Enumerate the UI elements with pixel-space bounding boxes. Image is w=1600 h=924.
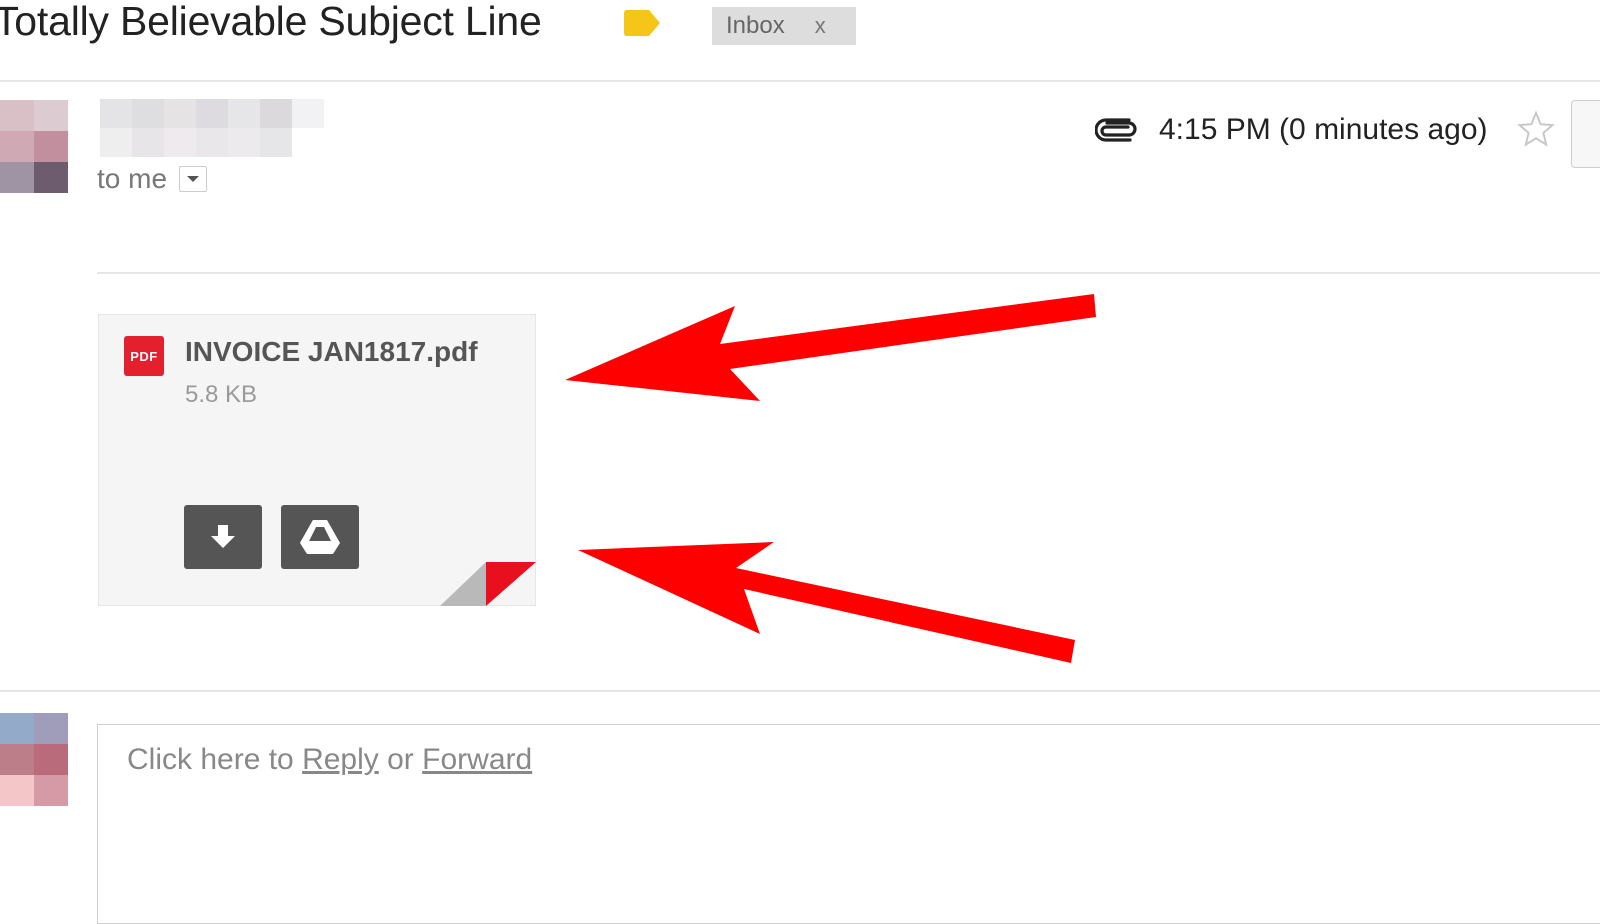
reply-divider bbox=[0, 690, 1600, 692]
chevron-down-icon bbox=[187, 176, 200, 182]
google-drive-icon bbox=[300, 520, 340, 554]
message-divider bbox=[97, 272, 1600, 274]
download-button[interactable] bbox=[184, 505, 262, 569]
reply-button[interactable] bbox=[1571, 100, 1600, 168]
download-icon bbox=[211, 525, 235, 548]
star-icon[interactable] bbox=[1517, 110, 1555, 148]
details-dropdown-button[interactable] bbox=[179, 166, 208, 192]
recipient-line: to me bbox=[97, 163, 208, 195]
email-subject: Totally Believable Subject Line bbox=[0, 0, 542, 44]
remove-label-button[interactable]: x bbox=[815, 13, 826, 39]
label-tag-icon[interactable] bbox=[624, 10, 660, 36]
save-to-drive-button[interactable] bbox=[281, 505, 359, 569]
reply-link[interactable]: Reply bbox=[302, 743, 379, 776]
recipient-text: to me bbox=[97, 163, 168, 194]
my-avatar bbox=[0, 713, 68, 806]
sender-avatar bbox=[0, 100, 68, 193]
inbox-chip-label: Inbox bbox=[726, 12, 785, 39]
attachment-file-name[interactable]: INVOICE JAN1817.pdf bbox=[185, 336, 478, 368]
reply-prompt-prefix: Click here to bbox=[127, 743, 294, 776]
message-meta: 4:15 PM (0 minutes ago) bbox=[1095, 108, 1488, 152]
page-fold-icon bbox=[440, 562, 536, 606]
header-divider bbox=[0, 80, 1600, 82]
message-timestamp: 4:15 PM (0 minutes ago) bbox=[1159, 113, 1488, 146]
annotation-arrow-upper bbox=[565, 294, 1096, 401]
pdf-file-icon: PDF bbox=[124, 336, 164, 376]
paperclip-icon bbox=[1095, 118, 1137, 142]
annotation-arrow-lower bbox=[578, 542, 1075, 663]
reply-prompt-or: or bbox=[387, 743, 414, 776]
sender-name-redacted bbox=[100, 99, 328, 157]
inbox-label-chip[interactable]: Inbox x bbox=[712, 7, 856, 45]
attachment-file-size: 5.8 KB bbox=[185, 381, 258, 408]
forward-link[interactable]: Forward bbox=[422, 743, 532, 776]
reply-prompt[interactable]: Click here to Reply or Forward bbox=[127, 743, 532, 777]
